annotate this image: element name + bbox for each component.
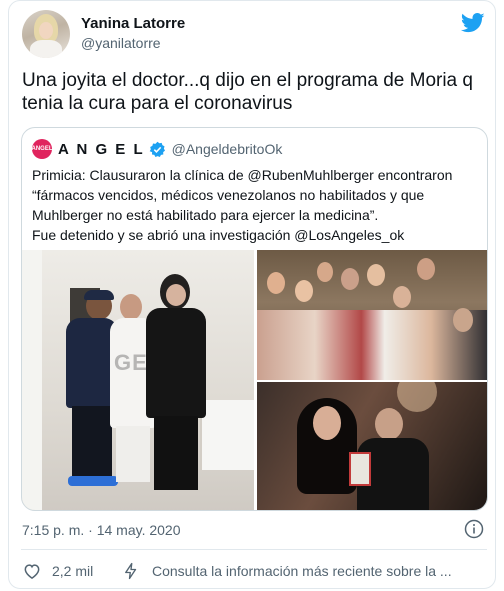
woman-face (313, 406, 341, 440)
like-button[interactable]: 2,2 mil (22, 561, 93, 581)
group-head-3 (317, 262, 333, 282)
person-1-cap (84, 290, 114, 300)
author-handle[interactable]: @yanilatorre (81, 35, 161, 51)
quoted-photo-3[interactable] (257, 382, 487, 510)
light-glow (397, 382, 437, 412)
quoted-tweet[interactable]: ANGEL A N G E L @AngeldebritoOk Primicia… (21, 127, 488, 511)
person-1-legs (72, 406, 112, 478)
angel-logo[interactable]: ANGEL (32, 139, 53, 159)
tweet-text: Una joyita el doctor...q dijo en el prog… (22, 70, 473, 114)
quoted-photo-2[interactable] (257, 250, 487, 380)
quoted-author-handle[interactable]: @AngeldebritoOk (172, 141, 283, 157)
group-head-7 (417, 258, 435, 280)
quoted-text-line: Muhlberger no está habilitado para ejerc… (32, 207, 379, 223)
group-head-8 (453, 308, 473, 332)
quoted-text: Primicia: Clausuraron la clínica de @Rub… (32, 165, 482, 245)
group-head-4 (341, 268, 359, 290)
info-icon[interactable] (464, 519, 484, 539)
avatar-face (39, 22, 53, 39)
group-head-1 (267, 272, 285, 294)
quoted-text-line: “fármacos vencidos, médicos venezolanos … (32, 187, 425, 203)
tweet-card: Yanina Latorre @yanilatorre Una joyita e… (8, 0, 496, 589)
window-panel (22, 250, 42, 510)
latest-info-text: Consulta la información más reciente sob… (152, 563, 452, 579)
like-count: 2,2 mil (52, 563, 94, 579)
person-3-face (166, 284, 186, 306)
man-head (375, 408, 403, 440)
person-2-legs (116, 426, 150, 482)
latest-info-link[interactable]: Consulta la información más reciente sob… (122, 561, 452, 581)
actions-divider (21, 549, 487, 550)
lightning-icon (125, 562, 137, 580)
group-head-2 (295, 280, 313, 302)
verified-badge-icon (149, 141, 165, 157)
quoted-text-line: Primicia: Clausuraron la clínica de @Rub… (32, 167, 453, 183)
quoted-text-line: Fue detenido y se abrió una investigació… (32, 227, 405, 243)
person-2-head (120, 294, 142, 320)
tweet-timestamp[interactable]: 7:15 p. m. · 14 may. 2020 (22, 522, 181, 538)
person-3-legs (154, 416, 198, 490)
avatar-body (30, 40, 62, 58)
person-3-body (146, 308, 206, 418)
book (349, 452, 371, 486)
quoted-photo-1[interactable]: GENTE (22, 250, 254, 510)
author-avatar[interactable] (22, 10, 70, 58)
quoted-header: ANGEL A N G E L @AngeldebritoOk (32, 139, 283, 159)
group-head-6 (393, 286, 411, 308)
quoted-author-name[interactable]: A N G E L (58, 141, 145, 158)
twitter-logo-icon[interactable] (461, 13, 485, 33)
heart-icon (24, 564, 40, 579)
author-name[interactable]: Yanina Latorre (81, 15, 185, 32)
person-1-shoes (68, 476, 118, 486)
group-head-5 (367, 264, 385, 286)
desk (200, 400, 254, 470)
